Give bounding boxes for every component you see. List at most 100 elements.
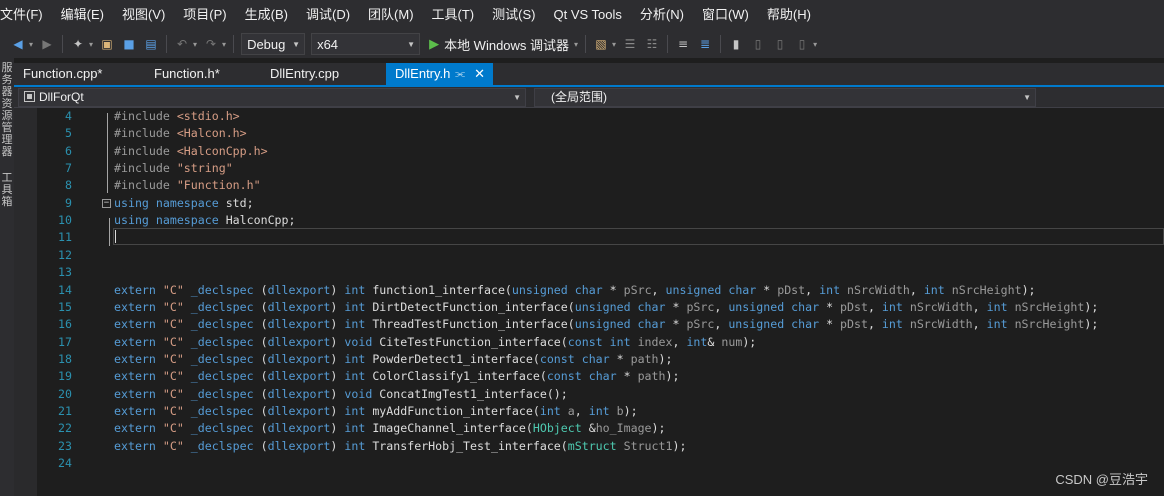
code-token: "C" [162, 438, 191, 453]
code-token: _declspec [190, 369, 261, 384]
project-select[interactable]: DllForQt ▼ [18, 88, 526, 107]
step-icon[interactable]: ☰ [620, 34, 640, 54]
code-line: 21 extern "C" _declspec (dllexport) int m… [14, 403, 1164, 420]
code-token: "C" [162, 403, 191, 418]
code-token: ) [330, 421, 345, 436]
code-token: #include [114, 161, 177, 176]
find-in-files-icon[interactable]: ▧ [591, 34, 611, 54]
pin-icon[interactable]: ⫘ [455, 63, 465, 85]
code-token: , [574, 403, 589, 418]
code-token: int [344, 299, 373, 314]
code-token: "C" [162, 282, 191, 297]
breakpoint-list-icon[interactable]: ☷ [642, 34, 662, 54]
redo-icon[interactable]: ↷ [201, 34, 221, 54]
code-editor[interactable]: 4 #include <stdio.h> 5 #include <Halcon.h> 6… [14, 108, 1164, 496]
code-token: ) [330, 438, 345, 453]
server-explorer-tab[interactable]: 服务器资源管理器 [0, 62, 14, 158]
platform-select[interactable]: x64 ▼ [311, 33, 421, 55]
code-token: , [867, 299, 882, 314]
code-token: extern [114, 421, 163, 436]
toolbar-separator [585, 35, 587, 53]
menu-item[interactable]: 帮助(H) [758, 0, 820, 30]
start-debugging-button[interactable]: ▶ 本地 Windows 调试器 [429, 35, 569, 54]
line-number: 11 [58, 230, 72, 245]
code-token: , [714, 317, 729, 332]
bookmark-icon[interactable]: ▮ [726, 34, 746, 54]
config-select[interactable]: Debug ▼ [241, 33, 306, 55]
code-token: path [637, 369, 666, 384]
redo-dropdown-icon[interactable]: ▾ [222, 40, 226, 49]
line-number: 15 [58, 299, 72, 314]
code-token: _declspec [190, 386, 261, 401]
code-token: ) [330, 299, 345, 314]
toolbar-overflow-icon[interactable]: ▾ [813, 40, 817, 49]
menu-item[interactable]: 项目(P) [174, 0, 235, 30]
line-text: #include <Halcon.h> [114, 125, 247, 142]
line-text: using namespace std; [114, 195, 254, 212]
code-token: ho_Image [595, 421, 652, 436]
close-icon[interactable]: ✕ [474, 63, 485, 85]
menu-item[interactable]: 生成(B) [236, 0, 297, 30]
tab-function-cpp[interactable]: Function.cpp* [14, 63, 145, 85]
line-text: extern "C" _declspec (dllexport) int Tra… [114, 438, 686, 455]
code-token: pDst [840, 299, 868, 314]
code-token: nSrcHeight [951, 282, 1022, 297]
code-token: ( [260, 438, 268, 453]
code-token: ) [330, 317, 345, 332]
menu-item[interactable]: 窗口(W) [693, 0, 758, 30]
code-token: _declspec [190, 403, 261, 418]
code-token: & [588, 421, 596, 436]
new-project-icon[interactable]: ✦ [68, 34, 88, 54]
comment-icon[interactable]: ≡ [673, 34, 693, 54]
menu-item[interactable]: 视图(V) [113, 0, 174, 30]
line-number: 5 [65, 126, 72, 141]
tab-dllentry-cpp[interactable]: DllEntry.cpp [261, 63, 386, 85]
code-token: "C" [162, 299, 191, 314]
code-token: a [567, 403, 575, 418]
code-token: dllexport [267, 334, 331, 349]
code-line: 5 #include <Halcon.h> [14, 125, 1164, 142]
toolbar-separator [233, 35, 235, 53]
menu-item[interactable]: 文件(F) [0, 0, 52, 30]
tab-function-h[interactable]: Function.h* [145, 63, 261, 85]
save-icon[interactable]: ■ [119, 34, 139, 54]
menu-item[interactable]: 调试(D) [297, 0, 359, 30]
open-file-icon[interactable]: ▣ [97, 34, 117, 54]
code-token: dllexport [267, 351, 331, 366]
menu-item[interactable]: 工具(T) [423, 0, 484, 30]
collapse-icon[interactable]: − [102, 198, 111, 208]
menu-item[interactable]: 编辑(E) [52, 0, 113, 30]
next-bookmark-icon[interactable]: ▯ [770, 34, 790, 54]
undo-dropdown-icon[interactable]: ▾ [193, 40, 197, 49]
code-line: 13 [14, 264, 1164, 281]
platform-select-value: x64 [317, 36, 339, 52]
find-dropdown-icon[interactable]: ▾ [612, 40, 616, 49]
new-project-dropdown-icon[interactable]: ▾ [89, 40, 93, 49]
back-dropdown-icon[interactable]: ▾ [29, 40, 33, 49]
save-all-icon[interactable]: ▤ [141, 34, 161, 54]
scope-select[interactable]: (全局范围) ▼ [534, 88, 1036, 107]
code-token: dllexport [267, 438, 331, 453]
clear-bookmarks-icon[interactable]: ▯ [792, 34, 812, 54]
chevron-down-icon: ▼ [513, 93, 521, 102]
code-token: "C" [162, 421, 191, 436]
run-dropdown-icon[interactable]: ▾ [574, 40, 578, 49]
menu-item[interactable]: Qt VS Tools [544, 0, 630, 30]
project-icon [24, 91, 35, 102]
menu-item[interactable]: 团队(M) [359, 0, 423, 30]
prev-bookmark-icon[interactable]: ▯ [748, 34, 768, 54]
menu-item[interactable]: 测试(S) [483, 0, 544, 30]
forward-icon[interactable]: ▶ [37, 34, 57, 54]
undo-icon[interactable]: ↶ [172, 34, 192, 54]
line-text: #include "string" [114, 160, 233, 177]
tab-dllentry-h[interactable]: DllEntry.h ⫘ ✕ [386, 63, 493, 85]
line-text: extern "C" _declspec (dllexport) int fun… [114, 282, 1036, 299]
line-number: 12 [58, 247, 72, 262]
uncomment-icon[interactable]: ≣ [695, 34, 715, 54]
toolbox-tab[interactable]: 工具箱 [0, 172, 14, 208]
menu-item[interactable]: 分析(N) [631, 0, 693, 30]
back-icon[interactable]: ◀ [8, 34, 28, 54]
tab-label: Function.cpp* [23, 66, 103, 81]
code-token: * [623, 369, 638, 384]
code-token: nSrcHeight [1014, 317, 1085, 332]
